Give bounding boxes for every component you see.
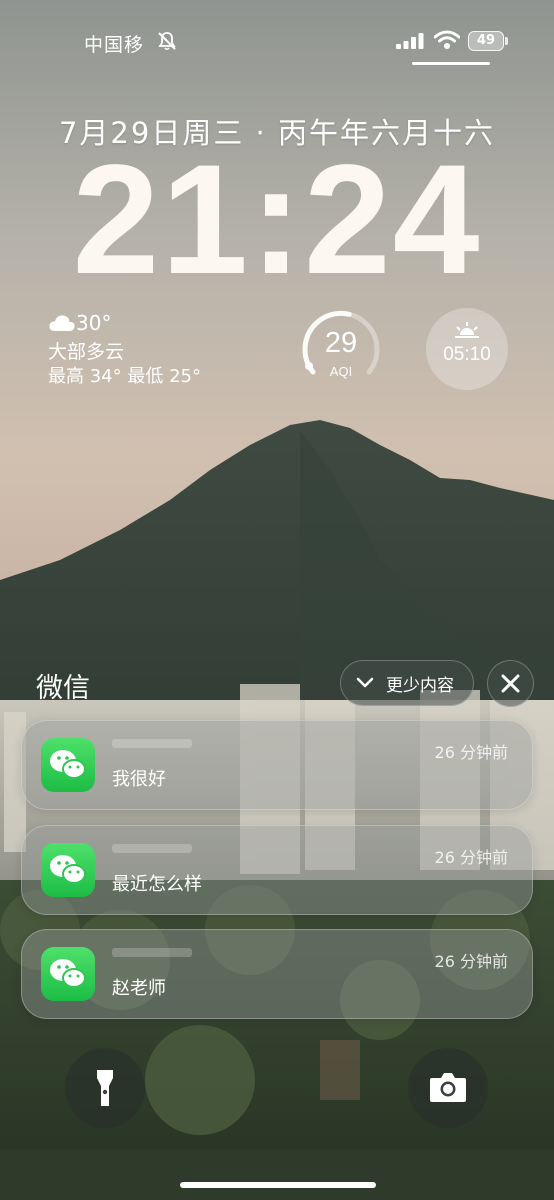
lock-time: 21:24	[72, 133, 482, 307]
wechat-app-icon	[41, 843, 95, 897]
camera-icon	[430, 1073, 466, 1102]
notification-message: 我很好	[112, 769, 166, 790]
bell-slash-icon	[158, 32, 176, 51]
flashlight-icon	[97, 1070, 113, 1106]
aqi-label: AQI	[329, 364, 353, 379]
cloud-icon	[49, 315, 75, 331]
flashlight-button[interactable]	[65, 1048, 145, 1128]
sunrise-time: 05:10	[443, 344, 491, 365]
sunrise-icon	[455, 322, 479, 338]
notification-message: 赵老师	[112, 978, 166, 999]
close-icon	[501, 674, 520, 693]
camera-button[interactable]	[408, 1048, 488, 1128]
notification-sender-redacted	[112, 948, 192, 957]
wechat-app-icon	[41, 738, 95, 792]
notification-card[interactable]: 最近怎么样 26 分钟前	[21, 825, 533, 915]
clear-notifications-button[interactable]	[487, 660, 534, 707]
notification-time: 26 分钟前	[434, 952, 508, 971]
carrier-name: 中国移	[84, 34, 145, 56]
notification-app-name: 微信	[36, 673, 90, 704]
notification-sender-redacted	[112, 844, 192, 853]
notification-message: 最近怎么样	[112, 874, 202, 895]
notification-card[interactable]: 我很好 26 分钟前	[21, 720, 533, 810]
home-indicator[interactable]	[180, 1182, 376, 1188]
aqi-value: 29	[324, 327, 358, 359]
chevron-down-icon	[356, 677, 374, 688]
weather-temperature[interactable]: 30°	[76, 311, 111, 335]
notification-sender-redacted	[112, 739, 192, 748]
notification-time: 26 分钟前	[434, 743, 508, 762]
wechat-app-icon	[41, 947, 95, 1001]
signal-icon	[396, 33, 424, 49]
notification-time: 26 分钟前	[434, 848, 508, 867]
weather-range[interactable]: 最高 34° 最低 25°	[48, 362, 201, 388]
wifi-icon	[434, 30, 460, 49]
weather-condition[interactable]: 大部多云	[48, 337, 124, 364]
battery-icon: 49	[468, 31, 504, 51]
show-less-label: 更少内容	[386, 676, 454, 696]
notification-card[interactable]: 赵老师 26 分钟前	[21, 929, 533, 1019]
battery-tip	[505, 37, 508, 45]
status-indicator-line	[412, 62, 490, 65]
